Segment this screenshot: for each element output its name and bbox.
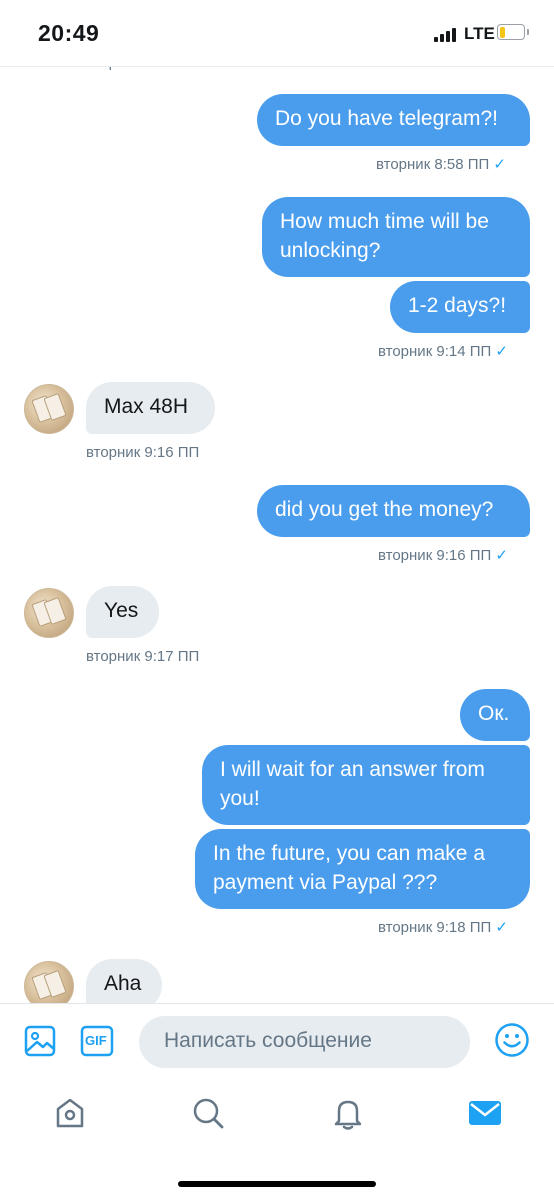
- message-input[interactable]: Написать сообщение: [139, 1016, 470, 1068]
- message-composer: GIF Написать сообщение: [0, 1003, 554, 1084]
- sent-check-icon: ✓: [495, 919, 508, 936]
- image-icon[interactable]: [24, 1024, 58, 1058]
- message-timestamp: вторник 9:16 ПП ✓: [378, 547, 508, 564]
- sent-check-icon: ✓: [495, 343, 508, 360]
- outgoing-message[interactable]: 1-2 days?!: [390, 281, 530, 333]
- incoming-message[interactable]: Max 48H: [86, 382, 215, 434]
- contact-avatar[interactable]: [24, 961, 74, 1003]
- contact-avatar[interactable]: [24, 384, 74, 434]
- outgoing-message[interactable]: In the future, you can make a payment vi…: [195, 829, 530, 909]
- home-icon[interactable]: [53, 1096, 87, 1130]
- conversation: вторник 8:21 ПП Do you have telegram?! в…: [0, 0, 554, 1003]
- gif-label: GIF: [85, 1033, 107, 1048]
- outgoing-message[interactable]: I will wait for an answer from you!: [202, 745, 530, 825]
- message-timestamp: вторник 9:16 ПП: [86, 444, 200, 461]
- message-timestamp: вторник 8:58 ПП ✓: [376, 156, 506, 173]
- messages-icon[interactable]: [468, 1098, 502, 1128]
- outgoing-message[interactable]: How much time will be unlocking?: [262, 197, 530, 277]
- signal-icon: [434, 28, 458, 42]
- message-timestamp: вторник 9:14 ПП ✓: [378, 343, 508, 360]
- emoji-icon[interactable]: [494, 1022, 530, 1058]
- incoming-message[interactable]: Yes: [86, 586, 159, 638]
- outgoing-message[interactable]: Ок.: [460, 689, 530, 741]
- contact-avatar[interactable]: [24, 588, 74, 638]
- outgoing-message[interactable]: did you get the money?: [257, 485, 530, 537]
- search-icon[interactable]: [191, 1096, 225, 1130]
- clock: 20:49: [38, 20, 100, 46]
- sent-check-icon: ✓: [493, 156, 506, 173]
- gif-icon[interactable]: GIF: [80, 1024, 114, 1058]
- incoming-message[interactable]: Aha: [86, 959, 162, 1003]
- notifications-icon[interactable]: [331, 1096, 365, 1130]
- network-type: LTE: [464, 24, 495, 43]
- outgoing-message[interactable]: Do you have telegram?!: [257, 94, 530, 146]
- status-bar: 20:49 LTE: [0, 0, 554, 67]
- message-timestamp: вторник 9:17 ПП: [86, 648, 200, 665]
- sent-check-icon: ✓: [495, 547, 508, 564]
- battery-icon: [497, 24, 529, 42]
- message-timestamp: вторник 9:18 ПП ✓: [378, 919, 508, 936]
- message-input-placeholder: Написать сообщение: [164, 1029, 372, 1052]
- home-indicator[interactable]: [178, 1181, 376, 1187]
